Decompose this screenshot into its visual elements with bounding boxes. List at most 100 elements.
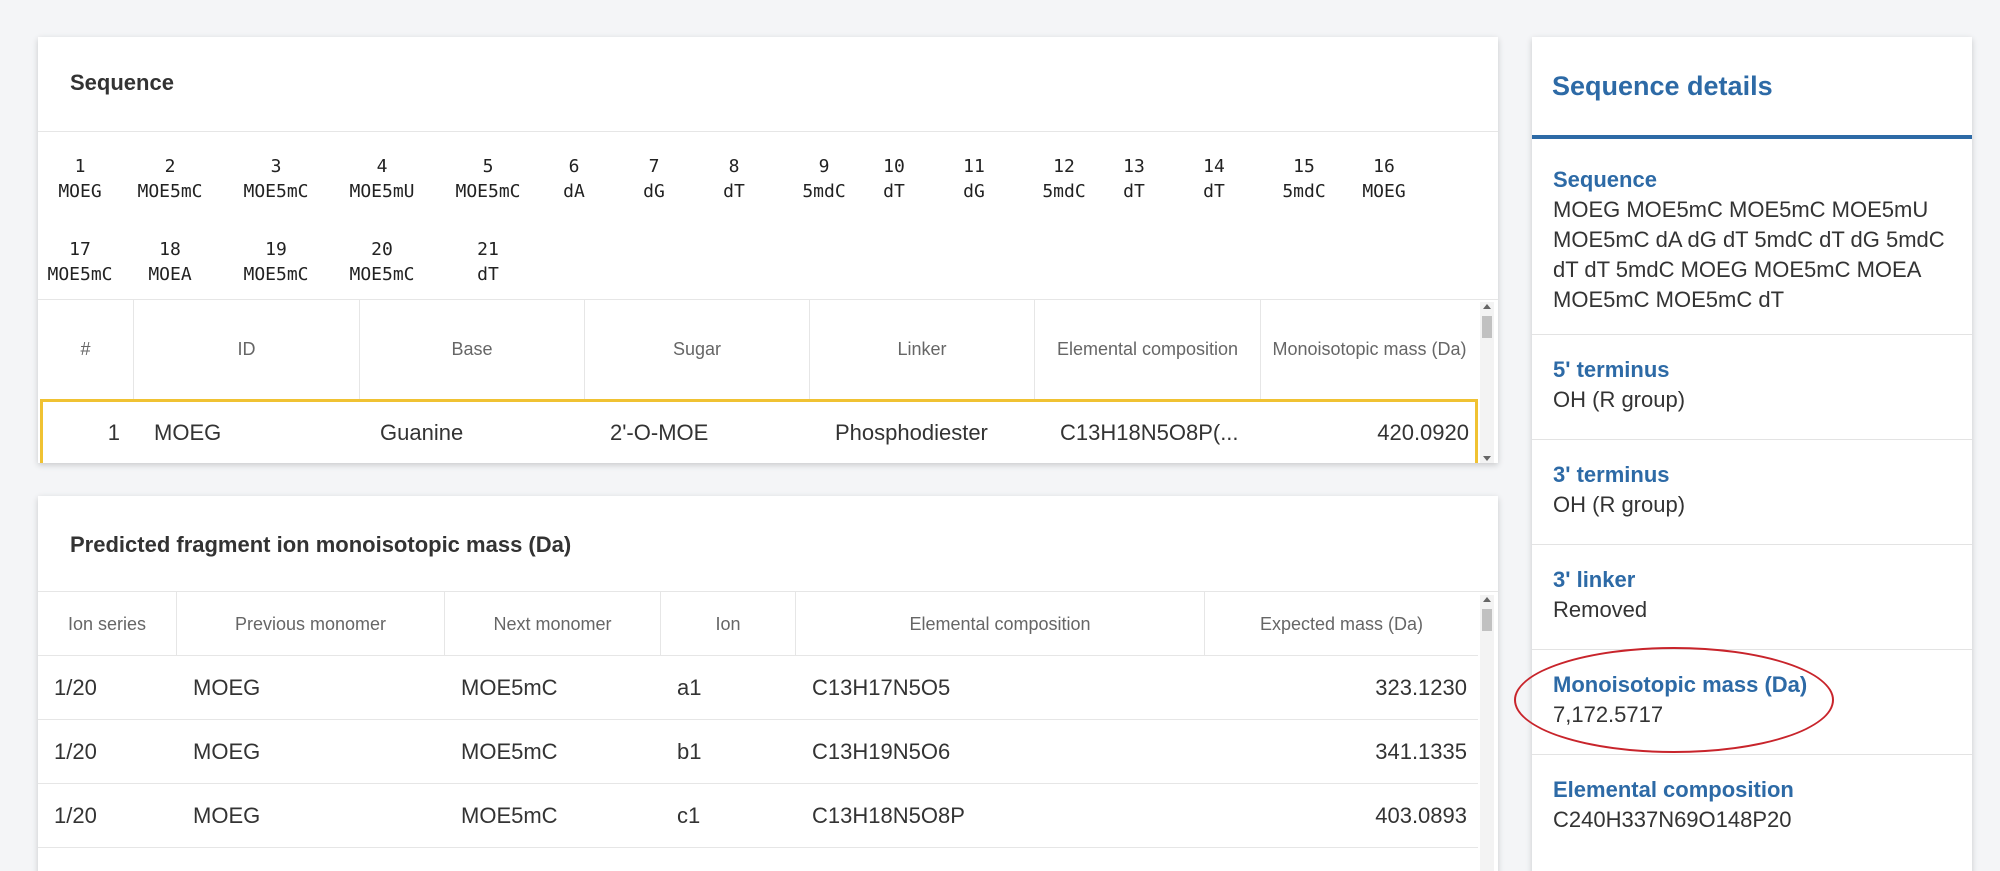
- monomer-code: dT: [1203, 181, 1225, 202]
- cell-ion-series: 1/20: [54, 803, 97, 828]
- detail-elemental-composition: Elemental composition C240H337N69O148P20: [1532, 755, 1972, 871]
- cell-base: Guanine: [380, 419, 464, 445]
- col-header-sugar[interactable]: Sugar: [585, 299, 810, 399]
- cell-ion-series: 1/20: [54, 739, 97, 764]
- cell-composition: C13H19N5O6: [812, 739, 951, 764]
- monomer-3[interactable]: 3 MOE5mC: [226, 154, 326, 204]
- monomer-position: 21: [477, 239, 499, 260]
- sequence-card: Sequence 1 MOEG 2 MOE5mC 3 MOE5mC 4 MOE5mU 5 MOE5…: [38, 37, 1498, 463]
- monomer-table-scrollbar[interactable]: [1480, 302, 1494, 463]
- table-row[interactable]: 1/20 MOEG MOE5mC a1 C13H17N5O5 323.1230: [38, 657, 1478, 720]
- table-row[interactable]: 1/20 MOEG MOE5mC b1 C13H19N5O6 341.1335: [38, 721, 1478, 784]
- cell-expected-mass: 403.0893: [1375, 803, 1467, 828]
- monomer-1[interactable]: 1 MOEG: [40, 154, 120, 204]
- monomer-13[interactable]: 13 dT: [1104, 154, 1164, 204]
- col-header-composition[interactable]: Elemental composition: [1035, 299, 1261, 399]
- fragment-ion-card: Predicted fragment ion monoisotopic mass…: [38, 496, 1498, 871]
- cell-composition: C13H18N5O8P(...: [1060, 419, 1239, 445]
- monomer-4[interactable]: 4 MOE5mU: [332, 154, 432, 204]
- scroll-down-icon[interactable]: [1483, 456, 1491, 461]
- monomer-table-header: # ID Base Sugar Linker Elemental composi…: [38, 299, 1478, 399]
- col-header-composition[interactable]: Elemental composition: [796, 592, 1205, 656]
- table-row[interactable]: 1/20 MOEG MOE5mC c1 C13H18N5O8P 403.0893: [38, 785, 1478, 848]
- monomer-2[interactable]: 2 MOE5mC: [120, 154, 220, 204]
- monomer-position: 20: [371, 239, 393, 260]
- cell-composition: C13H18N5O8P: [812, 803, 965, 828]
- monomer-position: 17: [69, 239, 91, 260]
- monomer-position: 18: [159, 239, 181, 260]
- details-title: Sequence details: [1552, 71, 1773, 101]
- monomer-7[interactable]: 7 dG: [624, 154, 684, 204]
- monomer-position: 3: [270, 156, 282, 177]
- col-header-base[interactable]: Base: [360, 299, 585, 399]
- monomer-position: 11: [963, 156, 985, 177]
- monomer-code: dA: [563, 181, 585, 202]
- scroll-up-icon[interactable]: [1483, 597, 1491, 602]
- monomer-position: 5: [482, 156, 494, 177]
- monomer-9[interactable]: 9 5mdC: [784, 154, 864, 204]
- monomer-code: dG: [643, 181, 665, 202]
- monomer-21[interactable]: 21 dT: [438, 237, 538, 287]
- monomer-20[interactable]: 20 MOE5mC: [332, 237, 432, 287]
- monomer-position: 4: [376, 156, 388, 177]
- monomer-6[interactable]: 6 dA: [544, 154, 604, 204]
- monomer-15[interactable]: 15 5mdC: [1264, 154, 1344, 204]
- cell-composition: C13H17N5O5: [812, 675, 951, 700]
- col-header-mass[interactable]: Monoisotopic mass (Da): [1261, 299, 1478, 399]
- detail-label: Elemental composition: [1553, 777, 1794, 802]
- col-header-previous-monomer[interactable]: Previous monomer: [177, 592, 445, 656]
- monomer-position: 19: [265, 239, 287, 260]
- monomer-code: 5mdC: [1282, 181, 1326, 202]
- fragment-card-title: Predicted fragment ion monoisotopic mass…: [70, 532, 572, 557]
- monomer-11[interactable]: 11 dG: [944, 154, 1004, 204]
- col-header-num[interactable]: #: [38, 299, 134, 399]
- monomer-code: MOE5mC: [455, 181, 521, 202]
- monomer-19[interactable]: 19 MOE5mC: [226, 237, 326, 287]
- monomer-code: MOE5mC: [243, 181, 309, 202]
- detail-value: Removed: [1553, 597, 1648, 622]
- col-header-ion[interactable]: Ion: [661, 592, 796, 656]
- cell-expected-mass: 323.1230: [1375, 675, 1467, 700]
- monomer-position: 10: [883, 156, 905, 177]
- monomer-17[interactable]: 17 MOE5mC: [40, 237, 120, 287]
- monomer-table-row-selected[interactable]: 1 MOEG Guanine 2'-O-MOE Phosphodiester C…: [40, 399, 1478, 463]
- cell-previous-monomer: MOEG: [193, 739, 261, 764]
- scroll-thumb[interactable]: [1482, 609, 1492, 631]
- monomer-code: MOE5mC: [243, 264, 309, 285]
- details-title-underline: [1532, 135, 1972, 139]
- detail-sequence: Sequence MOEG MOE5mC MOE5mC MOE5mU MOE5m…: [1532, 163, 1972, 335]
- monomer-14[interactable]: 14 dT: [1184, 154, 1244, 204]
- monomer-code: 5mdC: [1042, 181, 1086, 202]
- cell-ion: b1: [677, 739, 702, 764]
- monomer-code: dT: [883, 181, 905, 202]
- col-header-linker[interactable]: Linker: [810, 299, 1035, 399]
- detail-monoisotopic-mass: Monoisotopic mass (Da) 7,172.5717: [1532, 650, 1972, 755]
- cell-expected-mass: 341.1335: [1375, 739, 1467, 764]
- col-header-expected-mass[interactable]: Expected mass (Da): [1205, 592, 1478, 656]
- monomer-10[interactable]: 10 dT: [864, 154, 924, 204]
- monomer-code: MOEA: [148, 264, 192, 285]
- monomer-position: 16: [1373, 156, 1395, 177]
- scroll-thumb[interactable]: [1482, 316, 1492, 338]
- scroll-up-icon[interactable]: [1483, 304, 1491, 309]
- fragment-table-scrollbar[interactable]: [1480, 595, 1494, 871]
- monomer-12[interactable]: 12 5mdC: [1024, 154, 1104, 204]
- monomer-18[interactable]: 18 MOEA: [120, 237, 220, 287]
- monomer-position: 6: [568, 156, 580, 177]
- detail-label: 3' terminus: [1553, 462, 1670, 487]
- col-header-ion-series[interactable]: Ion series: [38, 592, 177, 656]
- cell-num: 1: [107, 419, 120, 445]
- monomer-code: MOEG: [58, 181, 102, 202]
- detail-value: 7,172.5717: [1553, 702, 1664, 727]
- monomer-8[interactable]: 8 dT: [704, 154, 764, 204]
- monomer-5[interactable]: 5 MOE5mC: [438, 154, 538, 204]
- cell-ion: c1: [677, 803, 701, 828]
- detail-3-terminus: 3' terminus OH (R group): [1532, 440, 1972, 545]
- sequence-card-title: Sequence: [70, 70, 174, 95]
- detail-value: MOEG MOE5mC MOE5mC MOE5mU MOE5mC dA dG d…: [1553, 197, 1945, 312]
- monomer-code: MOE5mC: [137, 181, 203, 202]
- monomer-16[interactable]: 16 MOEG: [1344, 154, 1424, 204]
- col-header-next-monomer[interactable]: Next monomer: [445, 592, 661, 656]
- col-header-id[interactable]: ID: [134, 299, 360, 399]
- cell-sugar: 2'-O-MOE: [610, 419, 709, 445]
